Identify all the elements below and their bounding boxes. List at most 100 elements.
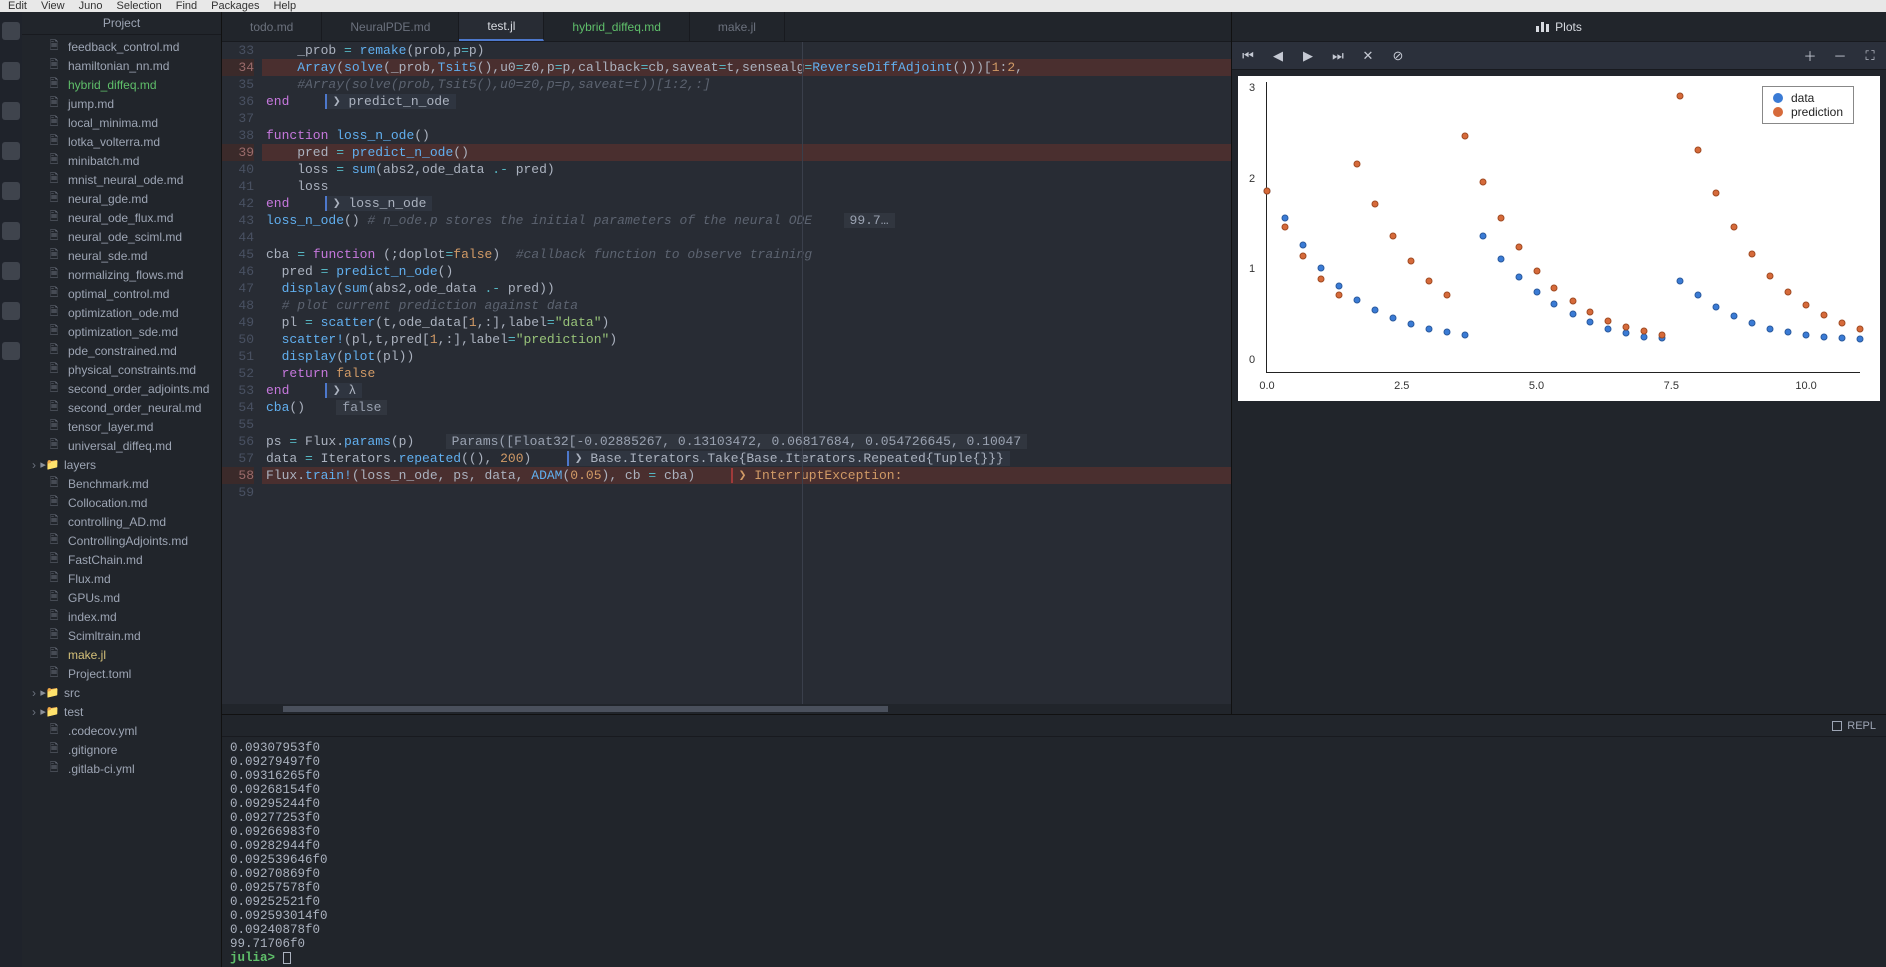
file-item[interactable]: 🗎jump.md bbox=[22, 94, 221, 113]
plot-close-button[interactable]: ✕ bbox=[1358, 46, 1378, 66]
code-line[interactable]: loss_n_ode() # n_ode.p stores the initia… bbox=[262, 212, 1231, 229]
code-line[interactable]: cba = function (;doplot=false) #callback… bbox=[262, 246, 1231, 263]
file-item[interactable]: 🗎feedback_control.md bbox=[22, 37, 221, 56]
code-line[interactable]: display(plot(pl)) bbox=[262, 348, 1231, 365]
code-line[interactable]: Array(solve(_prob,Tsit5(),u0=z0,p=p,call… bbox=[262, 59, 1231, 76]
editor-tab[interactable]: make.jl bbox=[690, 12, 785, 41]
code-line[interactable]: end ❯ loss_n_ode bbox=[262, 195, 1231, 212]
file-item[interactable]: 🗎neural_ode_flux.md bbox=[22, 208, 221, 227]
plot-prev-button[interactable]: ◀ bbox=[1268, 46, 1288, 66]
code-line[interactable]: loss bbox=[262, 178, 1231, 195]
file-item[interactable]: 🗎Project.toml bbox=[22, 664, 221, 683]
file-item[interactable]: 🗎mnist_neural_ode.md bbox=[22, 170, 221, 189]
activity-icon[interactable] bbox=[2, 182, 20, 200]
menu-view[interactable]: View bbox=[41, 0, 65, 12]
file-item[interactable]: 🗎second_order_adjoints.md bbox=[22, 379, 221, 398]
file-item[interactable]: 🗎optimal_control.md bbox=[22, 284, 221, 303]
plot-next-button[interactable]: ▶ bbox=[1298, 46, 1318, 66]
plot-zoomout-button[interactable]: － bbox=[1830, 46, 1850, 66]
activity-icon[interactable] bbox=[2, 302, 20, 320]
file-item[interactable]: 🗎neural_gde.md bbox=[22, 189, 221, 208]
file-item[interactable]: 🗎neural_sde.md bbox=[22, 246, 221, 265]
folder-item[interactable]: ›▸📁test bbox=[22, 702, 221, 721]
code-line[interactable] bbox=[262, 229, 1231, 246]
menu-packages[interactable]: Packages bbox=[211, 0, 259, 12]
editor-hscrollbar[interactable] bbox=[222, 704, 1231, 714]
code-line[interactable]: pred = predict_n_ode() bbox=[262, 263, 1231, 280]
file-item[interactable]: 🗎Collocation.md bbox=[22, 493, 221, 512]
editor-tab[interactable]: hybrid_diffeq.md bbox=[544, 12, 690, 41]
file-item[interactable]: 🗎pde_constrained.md bbox=[22, 341, 221, 360]
plot-fit-button[interactable]: ⛶ bbox=[1860, 46, 1880, 66]
code-line[interactable]: data = Iterators.repeated((), 200) ❯ Bas… bbox=[262, 450, 1231, 467]
activity-icon[interactable] bbox=[2, 262, 20, 280]
code-line[interactable]: pred = predict_n_ode() bbox=[262, 144, 1231, 161]
menu-help[interactable]: Help bbox=[273, 0, 296, 12]
file-item[interactable]: 🗎hybrid_diffeq.md bbox=[22, 75, 221, 94]
file-item[interactable]: 🗎neural_ode_sciml.md bbox=[22, 227, 221, 246]
file-item[interactable]: 🗎.gitignore bbox=[22, 740, 221, 759]
code-line[interactable]: Flux.train!(loss_n_ode, ps, data, ADAM(0… bbox=[262, 467, 1231, 484]
activity-icon[interactable] bbox=[2, 222, 20, 240]
file-item[interactable]: 🗎hamiltonian_nn.md bbox=[22, 56, 221, 75]
code-line[interactable]: display(sum(abs2,ode_data .- pred)) bbox=[262, 280, 1231, 297]
file-item[interactable]: 🗎physical_constraints.md bbox=[22, 360, 221, 379]
file-item[interactable]: 🗎minibatch.md bbox=[22, 151, 221, 170]
editor-tab[interactable]: test.jl bbox=[459, 12, 544, 41]
file-item[interactable]: 🗎tensor_layer.md bbox=[22, 417, 221, 436]
repl-header[interactable]: REPL bbox=[222, 715, 1886, 737]
code-line[interactable]: return false bbox=[262, 365, 1231, 382]
menu-find[interactable]: Find bbox=[176, 0, 197, 12]
code-line[interactable] bbox=[262, 484, 1231, 501]
plot-first-button[interactable]: ⏮ bbox=[1238, 46, 1258, 66]
code-line[interactable] bbox=[262, 110, 1231, 127]
code-lines[interactable]: _prob = remake(prob,p=p) Array(solve(_pr… bbox=[262, 42, 1231, 704]
code-line[interactable]: pl = scatter(t,ode_data[1,:],label="data… bbox=[262, 314, 1231, 331]
activity-icon[interactable] bbox=[2, 22, 20, 40]
folder-item[interactable]: ›▸📁src bbox=[22, 683, 221, 702]
file-tree[interactable]: 🗎feedback_control.md🗎hamiltonian_nn.md🗎h… bbox=[22, 35, 221, 967]
activity-icon[interactable] bbox=[2, 102, 20, 120]
file-item[interactable]: 🗎Scimltrain.md bbox=[22, 626, 221, 645]
file-item[interactable]: 🗎universal_diffeq.md bbox=[22, 436, 221, 455]
file-item[interactable]: 🗎index.md bbox=[22, 607, 221, 626]
code-line[interactable]: end ❯ λ bbox=[262, 382, 1231, 399]
folder-item[interactable]: ›▸📁layers bbox=[22, 455, 221, 474]
file-item[interactable]: 🗎GPUs.md bbox=[22, 588, 221, 607]
file-item[interactable]: 🗎optimization_ode.md bbox=[22, 303, 221, 322]
file-item[interactable]: 🗎local_minima.md bbox=[22, 113, 221, 132]
activity-icon[interactable] bbox=[2, 62, 20, 80]
file-item[interactable]: 🗎.gitlab-ci.yml bbox=[22, 759, 221, 778]
code-line[interactable]: ps = Flux.params(p) Params([Float32[-0.0… bbox=[262, 433, 1231, 450]
activity-icon[interactable] bbox=[2, 342, 20, 360]
file-item[interactable]: 🗎normalizing_flows.md bbox=[22, 265, 221, 284]
plot-zoomin-button[interactable]: ＋ bbox=[1800, 46, 1820, 66]
code-line[interactable]: _prob = remake(prob,p=p) bbox=[262, 42, 1231, 59]
file-item[interactable]: 🗎second_order_neural.md bbox=[22, 398, 221, 417]
activity-icon[interactable] bbox=[2, 142, 20, 160]
file-item[interactable]: 🗎make.jl bbox=[22, 645, 221, 664]
repl-body[interactable]: 0.09307953f00.09279497f00.09316265f00.09… bbox=[222, 737, 1886, 967]
file-item[interactable]: 🗎controlling_AD.md bbox=[22, 512, 221, 531]
code-line[interactable]: end ❯ predict_n_ode bbox=[262, 93, 1231, 110]
code-line[interactable]: # plot current prediction against data bbox=[262, 297, 1231, 314]
plot-clear-button[interactable]: ⊘ bbox=[1388, 46, 1408, 66]
file-item[interactable]: 🗎Flux.md bbox=[22, 569, 221, 588]
code-line[interactable]: scatter!(pl,t,pred[1,:],label="predictio… bbox=[262, 331, 1231, 348]
code-line[interactable]: function loss_n_ode() bbox=[262, 127, 1231, 144]
file-item[interactable]: 🗎lotka_volterra.md bbox=[22, 132, 221, 151]
editor-tab[interactable]: NeuralPDE.md bbox=[322, 12, 459, 41]
menu-edit[interactable]: Edit bbox=[8, 0, 27, 12]
menu-selection[interactable]: Selection bbox=[116, 0, 161, 12]
file-item[interactable]: 🗎FastChain.md bbox=[22, 550, 221, 569]
repl-prompt[interactable]: julia> bbox=[230, 951, 1878, 965]
editor-tab[interactable]: todo.md bbox=[222, 12, 322, 41]
menu-juno[interactable]: Juno bbox=[79, 0, 103, 12]
code-line[interactable] bbox=[262, 416, 1231, 433]
plots-tab[interactable]: Plots bbox=[1232, 12, 1886, 42]
code-line[interactable]: cba() false bbox=[262, 399, 1231, 416]
file-item[interactable]: 🗎optimization_sde.md bbox=[22, 322, 221, 341]
code-line[interactable]: #Array(solve(prob,Tsit5(),u0=z0,p=p,save… bbox=[262, 76, 1231, 93]
code-line[interactable]: loss = sum(abs2,ode_data .- pred) bbox=[262, 161, 1231, 178]
file-item[interactable]: 🗎ControllingAdjoints.md bbox=[22, 531, 221, 550]
